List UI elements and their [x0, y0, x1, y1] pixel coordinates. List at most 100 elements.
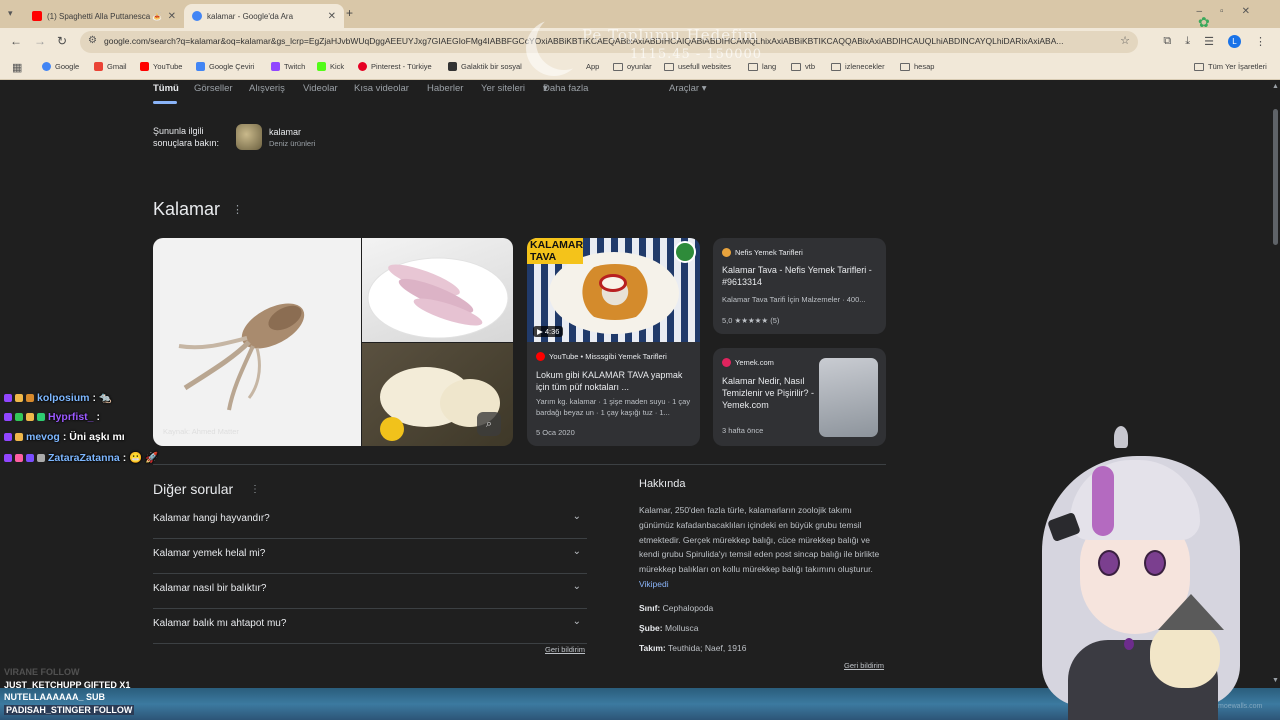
squid-tubes-image[interactable]: ⌕: [362, 343, 513, 446]
all-bookmarks[interactable]: Tüm Yer İşaretleri: [1194, 62, 1267, 71]
tools-button[interactable]: Araçlar ▾: [669, 83, 707, 94]
article-result-card[interactable]: Yemek.com Kalamar Nedir, Nasıl Temizleni…: [713, 348, 886, 446]
article-title[interactable]: Kalamar Nedir, Nasıl Temizlenir ve Pişir…: [722, 375, 817, 411]
tab-title: (1) Spaghetti Alla Puttanesca 🍝: [47, 11, 163, 21]
tab-google-search[interactable]: kalamar - Google'da Ara ✕: [184, 4, 344, 28]
bookmark-star-icon[interactable]: ☆: [1120, 34, 1130, 47]
scrollbar-thumb[interactable]: [1273, 109, 1278, 245]
profile-avatar[interactable]: L: [1228, 35, 1241, 48]
new-tab-button[interactable]: +: [346, 6, 353, 20]
goal-title: Pe Toplumu Hedefim: [582, 26, 759, 44]
article-source: Yemek.com: [722, 358, 774, 367]
close-tab-icon[interactable]: ✕: [328, 11, 336, 22]
wikipedia-link[interactable]: Vikipedi: [639, 579, 669, 589]
video-result-card[interactable]: KALAMAR TAVA ▶ 4:36 YouTube • Misssgibi …: [527, 238, 700, 446]
chevron-down-icon: ⌄: [572, 616, 581, 627]
about-feedback-link[interactable]: Geri bildirim: [844, 661, 884, 670]
tab-shopping[interactable]: Alışveriş: [249, 83, 285, 94]
back-button[interactable]: ←: [10, 34, 22, 48]
tab-all[interactable]: Tümü: [153, 83, 179, 94]
reading-list-icon[interactable]: ☰: [1204, 35, 1214, 48]
youtube-icon: [32, 11, 42, 21]
tab-news[interactable]: Haberler: [427, 83, 463, 94]
bookmark-twitch[interactable]: Twitch: [271, 62, 305, 71]
sub-badge-icon: [4, 453, 12, 462]
bookmark-google[interactable]: Google: [42, 62, 79, 71]
bookmark-translate[interactable]: Google Çeviri: [196, 62, 254, 71]
related-chip-kalamar[interactable]: kalamar Deniz ürünleri: [236, 124, 315, 150]
download-icon[interactable]: ⤓: [1185, 35, 1190, 48]
video-thumbnail[interactable]: KALAMAR TAVA ▶ 4:36: [527, 238, 700, 342]
recipe-source: Nefis Yemek Tarifleri: [722, 248, 803, 257]
bookmark-gmail[interactable]: Gmail: [94, 62, 127, 71]
bookmark-galaktik[interactable]: Galaktik bir sosyal: [448, 62, 522, 71]
article-thumbnail[interactable]: [819, 358, 878, 437]
forward-button[interactable]: →: [34, 34, 46, 48]
fact-order: Takım: Teuthida; Naef, 1916: [639, 643, 747, 653]
scroll-down-icon[interactable]: ▼: [1272, 677, 1279, 684]
bookmark-pinterest[interactable]: Pinterest - Türkiye: [358, 62, 432, 71]
tab-spaghetti[interactable]: (1) Spaghetti Alla Puttanesca 🍝 ✕: [24, 4, 184, 28]
extensions-icon[interactable]: ⧉: [1163, 35, 1171, 48]
avatar-plush: [1150, 622, 1220, 688]
menu-icon[interactable]: ⋮: [1255, 35, 1266, 48]
bookmark-kick[interactable]: Kick: [317, 62, 344, 71]
sauce-bowl: [599, 274, 627, 292]
sub-badge-icon: [4, 413, 12, 421]
google-lens-icon[interactable]: ⌕: [477, 412, 501, 436]
site-info-icon[interactable]: ⚙: [88, 35, 97, 46]
active-tab-indicator: [153, 101, 177, 104]
paa-question[interactable]: Kalamar nasıl bir balıktır? ⌄: [153, 574, 587, 609]
tab-images[interactable]: Görseller: [194, 83, 233, 94]
video-snippet: Yarım kg. kalamar · 1 şişe maden suyu · …: [536, 397, 691, 417]
chat-text: : 🐀: [92, 392, 113, 404]
chat-username: Hyprfist_: [48, 411, 94, 423]
folder-icon: [831, 62, 841, 71]
close-tab-icon[interactable]: ✕: [168, 11, 176, 22]
more-options-icon[interactable]: ⋮: [250, 484, 260, 495]
scroll-up-icon[interactable]: ▲: [1272, 83, 1279, 90]
squid-image[interactable]: Kaynak: Ahmed Matter: [153, 238, 361, 446]
fact-class: Sınıf: Cephalopoda: [639, 603, 714, 613]
watermark: moewalls.com: [1218, 703, 1263, 710]
recipe-snippet: Kalamar Tava Tarifi İçin Malzemeler · 40…: [722, 295, 866, 304]
tab-more[interactable]: Daha fazla ▾: [543, 83, 588, 94]
paa-question[interactable]: Kalamar yemek helal mi? ⌄: [153, 539, 587, 574]
google-icon: [42, 62, 51, 71]
article-date: 3 hafta önce: [722, 426, 764, 435]
tab-videos[interactable]: Videolar: [303, 83, 338, 94]
chevron-down-icon: ⌄: [572, 581, 581, 592]
tab-places[interactable]: Yer siteleri: [481, 83, 525, 94]
about-title: Hakkında: [639, 478, 686, 490]
tab-short-videos[interactable]: Kısa videolar: [354, 83, 409, 94]
pinterest-icon: [358, 62, 367, 71]
chat-message: Hyprfist_ :: [4, 411, 100, 423]
bookmark-youtube[interactable]: YouTube: [140, 62, 182, 71]
video-title[interactable]: Lokum gibi KALAMAR TAVA yapmak için tüm …: [536, 369, 694, 393]
bookmark-folder-hesap[interactable]: hesap: [900, 62, 934, 71]
prime-badge-icon: [26, 453, 34, 462]
video-date: 5 Oca 2020: [536, 428, 575, 437]
tab-search-icon[interactable]: ▾: [8, 8, 18, 18]
goal-count: 1115.45 - 150000: [630, 47, 763, 62]
chat-message: mevog : Üni aşkı mı: [4, 431, 125, 443]
chat-message: kolposium : 🐀: [4, 391, 112, 404]
fact-phylum: Şube: Mollusca: [639, 623, 699, 633]
recipe-title[interactable]: Kalamar Tava - Nefis Yemek Tarifleri - #…: [722, 264, 882, 288]
avatar-choker-gem: [1124, 638, 1134, 650]
moon-icon: [526, 20, 582, 76]
reload-button[interactable]: ↻: [57, 34, 67, 48]
more-options-icon[interactable]: ⋮: [232, 203, 243, 216]
paa-question[interactable]: Kalamar balık mı ahtapot mu? ⌄: [153, 609, 587, 644]
paa-feedback-link[interactable]: Geri bildirim: [545, 645, 585, 654]
bookmark-folder-izlenecekler[interactable]: izlenecekler: [831, 62, 885, 71]
recipe-result-card[interactable]: Nefis Yemek Tarifleri Kalamar Tava - Nef…: [713, 238, 886, 334]
squid-plate-image[interactable]: [362, 238, 513, 342]
paa-question[interactable]: Kalamar hangi hayvandır? ⌄: [153, 504, 587, 539]
avatar-eye: [1098, 550, 1120, 576]
event-item: PADISAH_STINGER FOLLOW: [4, 704, 135, 715]
cat-badge-icon: [15, 433, 23, 441]
video-source: YouTube • Misssgibi Yemek Tarifleri: [536, 352, 667, 361]
page-scrollbar[interactable]: ▲ ▼: [1270, 81, 1280, 720]
apps-grid-icon[interactable]: ▦: [12, 61, 22, 74]
